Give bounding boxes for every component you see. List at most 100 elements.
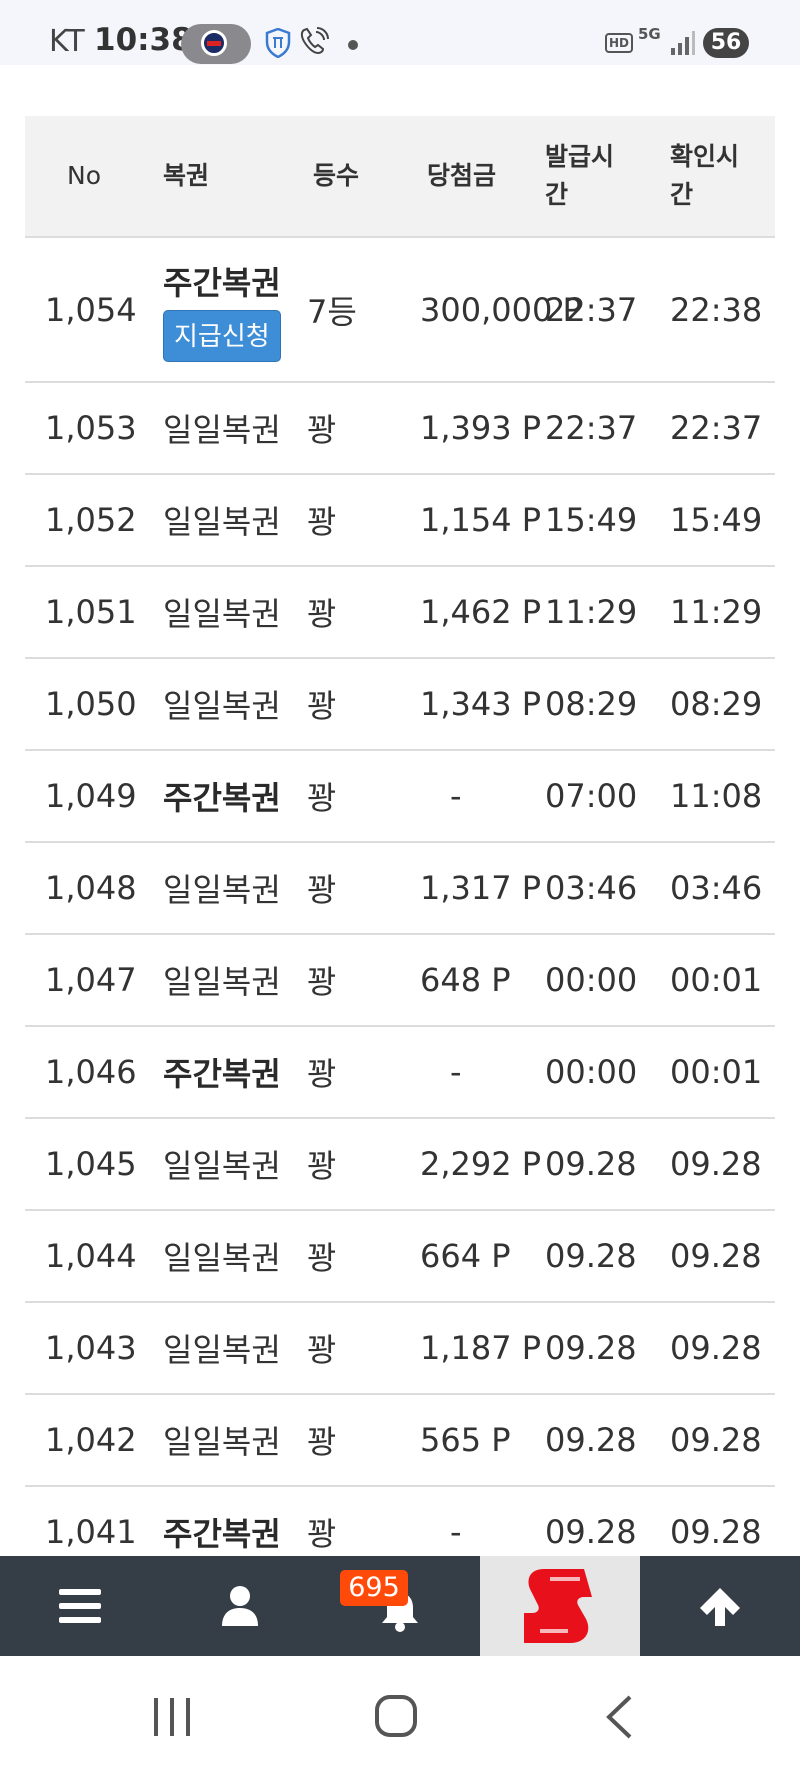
row-number: 1,047 [45, 961, 137, 999]
status-bar: KT 10:38 HD 5G 56 [0, 0, 800, 65]
table-row[interactable]: 1,049 주간복권 꽝 - 07:00 11:08 [25, 751, 775, 843]
rank: 꽝 [307, 1423, 337, 1461]
ticket-type: 주간복권 [163, 779, 281, 817]
issued-time: 00:00 [545, 961, 638, 999]
clock: 10:38 [94, 22, 193, 58]
checked-time: 03:46 [670, 869, 763, 907]
prize-amount: - [450, 777, 462, 815]
checked-time: 22:37 [670, 409, 763, 447]
home-icon[interactable] [374, 1694, 418, 1738]
header-no: No [67, 161, 101, 190]
header-checked-time: 확인시간 [670, 142, 740, 209]
issued-time: 00:00 [545, 1053, 638, 1091]
row-number: 1,043 [45, 1329, 137, 1367]
ticket-type: 일일복권 [163, 411, 281, 449]
claim-button[interactable]: 지급신청 [163, 309, 281, 362]
prize-amount: 1,343 P [420, 685, 542, 723]
checked-time: 09.28 [670, 1329, 762, 1367]
rank: 꽝 [307, 1239, 337, 1277]
menu-icon [59, 1589, 101, 1623]
scroll-to-top-button[interactable] [640, 1556, 800, 1656]
prize-amount: 648 P [420, 961, 511, 999]
row-number: 1,048 [45, 869, 137, 907]
issued-time: 11:29 [545, 593, 638, 631]
rank: 꽝 [307, 1331, 337, 1369]
issued-time: 03:46 [545, 869, 638, 907]
site-logo [524, 1569, 592, 1643]
table-row[interactable]: 1,047 일일복권 꽝 648 P 00:00 00:01 [25, 935, 775, 1027]
lottery-history-table: No 복권 등수 당첨금 발급시간 확인시간 1,054 주간복권 지급신청 7등 30… [25, 116, 775, 1579]
row-number: 1,054 [45, 290, 137, 329]
row-number: 1,042 [45, 1421, 137, 1459]
rank: 꽝 [307, 503, 337, 541]
prize-amount: 664 P [420, 1237, 511, 1275]
issued-time: 22:37 [545, 290, 638, 329]
arrow-up-icon [700, 1588, 740, 1626]
ticket-type: 일일복권 [163, 963, 281, 1001]
table-row[interactable]: 1,044 일일복권 꽝 664 P 09.28 09.28 [25, 1211, 775, 1303]
rank: 꽝 [307, 1147, 337, 1185]
notification-dot-icon [348, 40, 358, 50]
ticket-type: 일일복권 [163, 595, 281, 633]
table-row[interactable]: 1,053 일일복권 꽝 1,393 P 22:37 22:37 [25, 383, 775, 475]
table-row[interactable]: 1,054 주간복권 지급신청 7등 300,000 P 22:37 22:38 [25, 238, 775, 383]
header-rank: 등수 [313, 161, 360, 190]
signal-icon [671, 31, 695, 55]
table-row[interactable]: 1,050 일일복권 꽝 1,343 P 08:29 08:29 [25, 659, 775, 751]
rank: 꽝 [307, 595, 337, 633]
battery-indicator: 56 [703, 28, 749, 58]
menu-button[interactable] [0, 1556, 160, 1656]
rank: 꽝 [307, 687, 337, 725]
prize-amount: 1,154 P [420, 501, 542, 539]
row-number: 1,044 [45, 1237, 137, 1275]
table-row[interactable]: 1,052 일일복권 꽝 1,154 P 15:49 15:49 [25, 475, 775, 567]
hd-voice-icon: HD [605, 33, 633, 53]
row-number: 1,045 [45, 1145, 137, 1183]
row-number: 1,049 [45, 777, 137, 815]
rank: 7등 [307, 292, 357, 331]
checked-time: 11:08 [670, 777, 763, 815]
header-ticket: 복권 [163, 161, 210, 190]
table-row[interactable]: 1,051 일일복권 꽝 1,462 P 11:29 11:29 [25, 567, 775, 659]
header-issued-time: 발급시간 [545, 142, 615, 209]
issued-time: 07:00 [545, 777, 638, 815]
ticket-type: 일일복권 [163, 1147, 281, 1185]
bottom-navigation: 695 [0, 1556, 800, 1656]
table-row[interactable]: 1,045 일일복권 꽝 2,292 P 09.28 09.28 [25, 1119, 775, 1211]
table-row[interactable]: 1,042 일일복권 꽝 565 P 09.28 09.28 [25, 1395, 775, 1487]
rank: 꽝 [307, 411, 337, 449]
checked-time: 00:01 [670, 1053, 763, 1091]
row-number: 1,046 [45, 1053, 137, 1091]
prize-amount: 1,317 P [420, 869, 542, 907]
row-number: 1,050 [45, 685, 137, 723]
issued-time: 22:37 [545, 409, 638, 447]
ticket-type: 일일복권 [163, 1331, 281, 1369]
prize-amount: 2,292 P [420, 1145, 542, 1183]
back-icon[interactable] [604, 1694, 634, 1740]
table-row[interactable]: 1,046 주간복권 꽝 - 00:00 00:01 [25, 1027, 775, 1119]
row-number: 1,052 [45, 501, 137, 539]
rank: 꽝 [307, 963, 337, 1001]
ticket-cell: 주간복권지급신청 [163, 238, 281, 381]
ticket-type: 주간복권 [163, 263, 281, 302]
profile-button[interactable] [160, 1556, 320, 1656]
checked-time: 09.28 [670, 1237, 762, 1275]
ticket-type: 일일복권 [163, 1239, 281, 1277]
recent-apps-icon[interactable] [152, 1696, 192, 1738]
issued-time: 09.28 [545, 1237, 637, 1275]
checked-time: 09.28 [670, 1421, 762, 1459]
checked-time: 15:49 [670, 501, 763, 539]
notification-count-badge: 695 [340, 1570, 408, 1606]
network-type: 5G [638, 25, 661, 43]
header-prize: 당첨금 [427, 161, 497, 190]
rank: 꽝 [307, 1055, 337, 1093]
ticket-type: 주간복권 [163, 1055, 281, 1093]
ticket-type: 일일복권 [163, 687, 281, 725]
issued-time: 15:49 [545, 501, 638, 539]
table-row[interactable]: 1,048 일일복권 꽝 1,317 P 03:46 03:46 [25, 843, 775, 935]
system-navigation-bar [0, 1656, 800, 1778]
table-header: No 복권 등수 당첨금 발급시간 확인시간 [25, 116, 775, 238]
table-row[interactable]: 1,043 일일복권 꽝 1,187 P 09.28 09.28 [25, 1303, 775, 1395]
site-logo-button[interactable] [480, 1556, 640, 1656]
checked-time: 08:29 [670, 685, 763, 723]
